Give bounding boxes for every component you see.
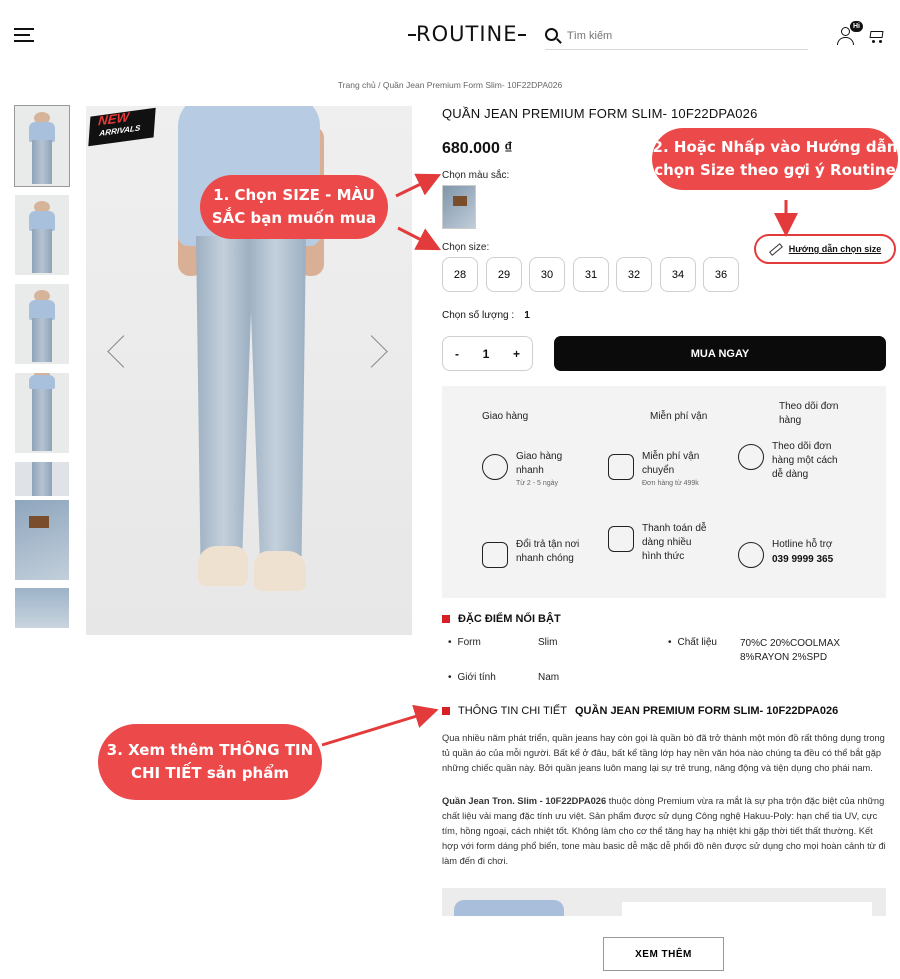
features-heading: ĐẶC ĐIỂM NỔI BẬT [442,613,561,625]
search-input[interactable] [567,26,797,46]
service-fast-delivery: Giao hàng nhanh Từ 2 - 5 ngày [482,450,586,487]
size-option-29[interactable]: 29 [486,257,522,292]
color-label: Chọn màu sắc: [442,170,510,181]
service-payment: Thanh toán dễ dàng nhiều hình thức [608,522,712,564]
feature-name: Chất liệu [668,637,717,648]
thumbnail-4[interactable] [15,373,69,453]
section-marker-icon [442,707,450,715]
increment-button[interactable]: + [513,347,520,361]
size-option-30[interactable]: 30 [529,257,565,292]
feature-value: 70%C 20%COOLMAX 8%RAYON 2%SPD [740,638,841,663]
size-option-31[interactable]: 31 [573,257,609,292]
cart-icon[interactable] [868,29,884,43]
feature-value: Slim [538,637,558,648]
quantity-input[interactable]: 1 [483,347,490,361]
menu-icon[interactable] [14,28,36,44]
fast-delivery-icon [482,454,508,480]
section-marker-icon [442,615,450,623]
services-panel: Giao hàng Miễn phí vận Theo dõi đơn hàng… [442,386,886,598]
service-hotline: Hotline hỗ trợ 039 9999 365 [738,538,842,568]
thumbnail-3[interactable] [15,284,69,364]
next-image-arrow-icon[interactable] [370,334,388,370]
product-title: QUẦN JEAN PREMIUM FORM SLIM- 10F22DPA026 [442,106,758,121]
product-price: 680.000 ₫ [442,140,513,157]
service-tracking: Theo dõi đơn hàng một cách dễ dàng [738,440,842,482]
service-return: Đổi trả tận nơi nhanh chóng [482,538,586,568]
thumbnail-1[interactable] [14,105,70,187]
quantity-label: Chọn số lượng :1 [442,310,530,321]
feature-name: Giới tính [448,672,496,683]
new-arrivals-badge: NEW ARRIVALS [88,107,156,147]
quantity-value: 1 [524,310,530,321]
site-header: ROUTINE Hi [0,0,900,70]
annotation-step-1: 1. Chọn SIZE - MÀU SẮC bạn muốn mua [200,175,388,239]
size-option-32[interactable]: 32 [616,257,652,292]
breadcrumb[interactable]: Trang chủ / Quần Jean Premium Form Slim-… [0,80,900,90]
thumbnail-6[interactable] [15,500,69,580]
free-shipping-icon [608,454,634,480]
size-option-28[interactable]: 28 [442,257,478,292]
size-option-34[interactable]: 34 [660,257,696,292]
arrow-to-details [321,704,439,747]
search-bar [545,24,808,50]
see-more-button[interactable]: XEM THÊM [603,937,724,971]
brand-logo[interactable]: ROUTINE [408,22,526,46]
detail-image-preview [442,888,886,916]
thumbnail-5[interactable] [15,462,69,496]
annotation-step-2: 2. Hoặc Nhấp vào Hướng dẫn chọn Size theo… [652,128,898,190]
quantity-stepper[interactable]: - 1 + [442,336,533,371]
size-guide-link[interactable]: Hướng dẫn chọn size [754,234,896,264]
tracking-icon [738,444,764,470]
size-option-36[interactable]: 36 [703,257,739,292]
annotation-step-3: 3. Xem thêm THÔNG TIN CHI TIẾT sản phẩm [98,724,322,800]
feature-name: Form [448,637,481,648]
color-swatch[interactable] [442,185,476,229]
feature-value: Nam [538,672,560,683]
buy-now-button[interactable]: MUA NGAY [554,336,886,371]
thumbnail-7[interactable] [15,588,69,628]
services-strip: Giao hàng Miễn phí vận Theo dõi đơn hàng [482,401,839,426]
prev-image-arrow-icon[interactable] [106,334,124,370]
size-label: Chọn size: [442,242,490,253]
thumbnail-2[interactable] [15,195,69,275]
headset-icon [738,542,764,568]
service-free-shipping: Miễn phí vận chuyển Đơn hàng từ 499k [608,450,712,487]
search-icon[interactable] [545,28,558,41]
details-heading: THÔNG TIN CHI TIẾT QUẦN JEAN PREMIUM FORM… [442,705,838,717]
details-paragraph-2: Quần Jean Tron. Slim - 10F22DPA026 thuộc… [442,796,886,866]
ruler-icon [768,242,783,256]
wallet-icon [608,526,634,552]
return-icon [482,542,508,568]
decrement-button[interactable]: - [455,347,459,361]
details-paragraph-1: Qua nhiều năm phát triển, quần jeans hay… [442,733,885,773]
user-greeting-badge: Hi [850,21,863,32]
